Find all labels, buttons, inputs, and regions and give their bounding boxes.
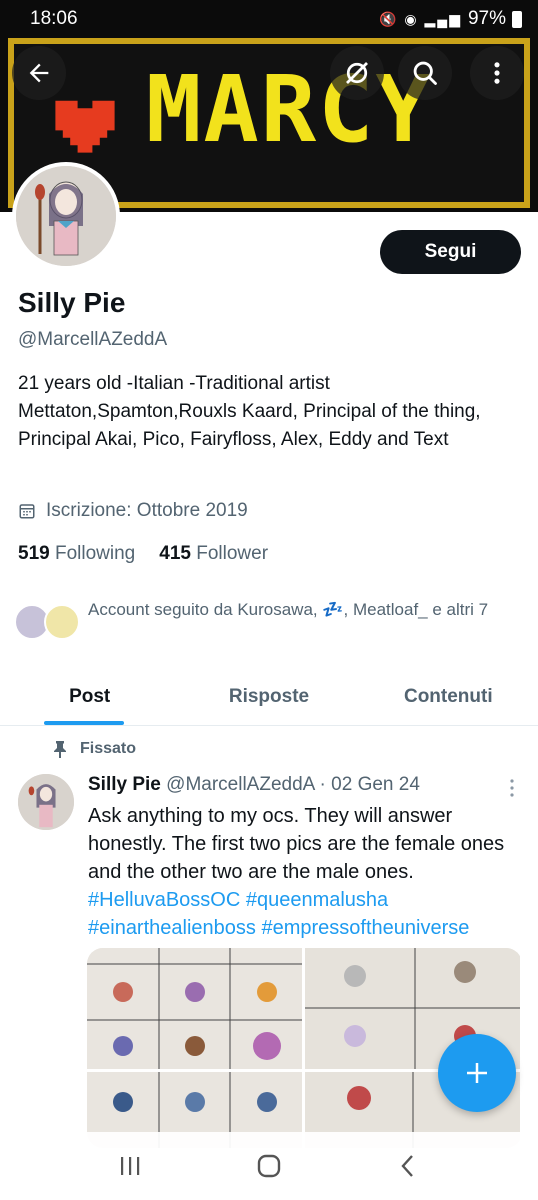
search-button[interactable] bbox=[398, 46, 452, 100]
post-avatar[interactable] bbox=[18, 774, 74, 830]
post-text: Ask anything to my ocs. They will answer… bbox=[88, 805, 505, 883]
followed-by-avatars bbox=[14, 598, 82, 640]
signal-icons: 🔇 ◉ ▂▄▆ bbox=[379, 10, 462, 27]
post-meta: @MarcellAZeddA · 02 Gen 24 bbox=[166, 774, 420, 795]
banner-text: MARCY bbox=[146, 56, 433, 163]
chevron-left-icon bbox=[401, 1155, 414, 1177]
compose-button[interactable] bbox=[438, 1034, 516, 1112]
profile-handle: @MarcellAZeddA bbox=[18, 329, 168, 350]
followers-link[interactable]: 415 Follower bbox=[159, 543, 268, 565]
home-button[interactable] bbox=[249, 1146, 289, 1186]
tab-replies[interactable]: Risposte bbox=[179, 668, 358, 725]
post-avatar-drawing bbox=[18, 774, 74, 830]
join-date-text: Iscrizione: Ottobre 2019 bbox=[46, 500, 248, 521]
followed-by-text: Account seguito da Kurosawa, 💤, Meatloaf… bbox=[88, 600, 489, 619]
avatar-drawing bbox=[16, 166, 116, 266]
post-more-button[interactable] bbox=[504, 778, 520, 803]
avatar-image bbox=[16, 166, 116, 266]
pinned-label: Fissato bbox=[52, 740, 136, 758]
more-vertical-icon bbox=[494, 62, 500, 84]
mini-avatar bbox=[44, 604, 80, 640]
profile-avatar[interactable] bbox=[12, 162, 120, 270]
follow-button[interactable]: Segui bbox=[380, 230, 521, 274]
tab-post[interactable]: Post bbox=[0, 668, 179, 725]
heart-icon bbox=[55, 100, 115, 153]
recent-apps-icon bbox=[120, 1157, 139, 1175]
back-button[interactable] bbox=[12, 46, 66, 100]
back-nav-button[interactable] bbox=[388, 1146, 428, 1186]
status-icons: 🔇 ◉ ▂▄▆ 97% bbox=[379, 8, 522, 30]
arrow-left-icon bbox=[29, 63, 49, 83]
follower-count: 415 bbox=[159, 543, 191, 564]
following-link[interactable]: 519 Following bbox=[18, 543, 135, 565]
status-bar: 18:06 🔇 ◉ ▂▄▆ 97% bbox=[0, 0, 538, 38]
profile-name: Silly Pie bbox=[18, 287, 126, 318]
profile-bio: 21 years old -Italian -Traditional artis… bbox=[18, 373, 481, 450]
following-count: 519 bbox=[18, 543, 50, 564]
post-hashtags[interactable]: #HelluvaBossOC #queenmalusha #einartheal… bbox=[88, 889, 469, 939]
status-time: 18:06 bbox=[30, 8, 78, 29]
pinned-text: Fissato bbox=[80, 740, 137, 757]
mute-button[interactable] bbox=[330, 46, 384, 100]
join-date: Iscrizione: Ottobre 2019 bbox=[18, 500, 248, 522]
battery-level: 97% bbox=[467, 8, 506, 29]
follower-label: Follower bbox=[196, 543, 269, 564]
follow-stats: 519 Following 415 Follower bbox=[18, 543, 268, 565]
more-vertical-icon bbox=[510, 779, 514, 797]
search-icon bbox=[413, 61, 437, 85]
followed-by[interactable]: Account seguito da Kurosawa, 💤, Meatloaf… bbox=[14, 598, 518, 640]
mute-icon bbox=[346, 62, 368, 84]
sketch-drawing bbox=[87, 948, 302, 1069]
plus-icon bbox=[467, 1063, 487, 1083]
calendar-icon bbox=[19, 504, 35, 519]
pin-icon bbox=[54, 741, 66, 758]
profile-tabs: Post Risposte Contenuti bbox=[0, 668, 538, 726]
battery-icon bbox=[512, 10, 522, 28]
system-nav-bar bbox=[0, 1132, 538, 1200]
recent-apps-button[interactable] bbox=[110, 1146, 150, 1186]
media-image[interactable] bbox=[87, 948, 302, 1069]
more-button[interactable] bbox=[470, 46, 524, 100]
post-body: Ask anything to my ocs. They will answer… bbox=[88, 802, 528, 942]
home-icon bbox=[257, 1154, 281, 1178]
tab-media[interactable]: Contenuti bbox=[359, 668, 538, 725]
following-label: Following bbox=[54, 543, 136, 564]
post-author[interactable]: Silly Pie bbox=[88, 774, 161, 795]
post-header: Silly Pie @MarcellAZeddA · 02 Gen 24 bbox=[88, 774, 420, 796]
